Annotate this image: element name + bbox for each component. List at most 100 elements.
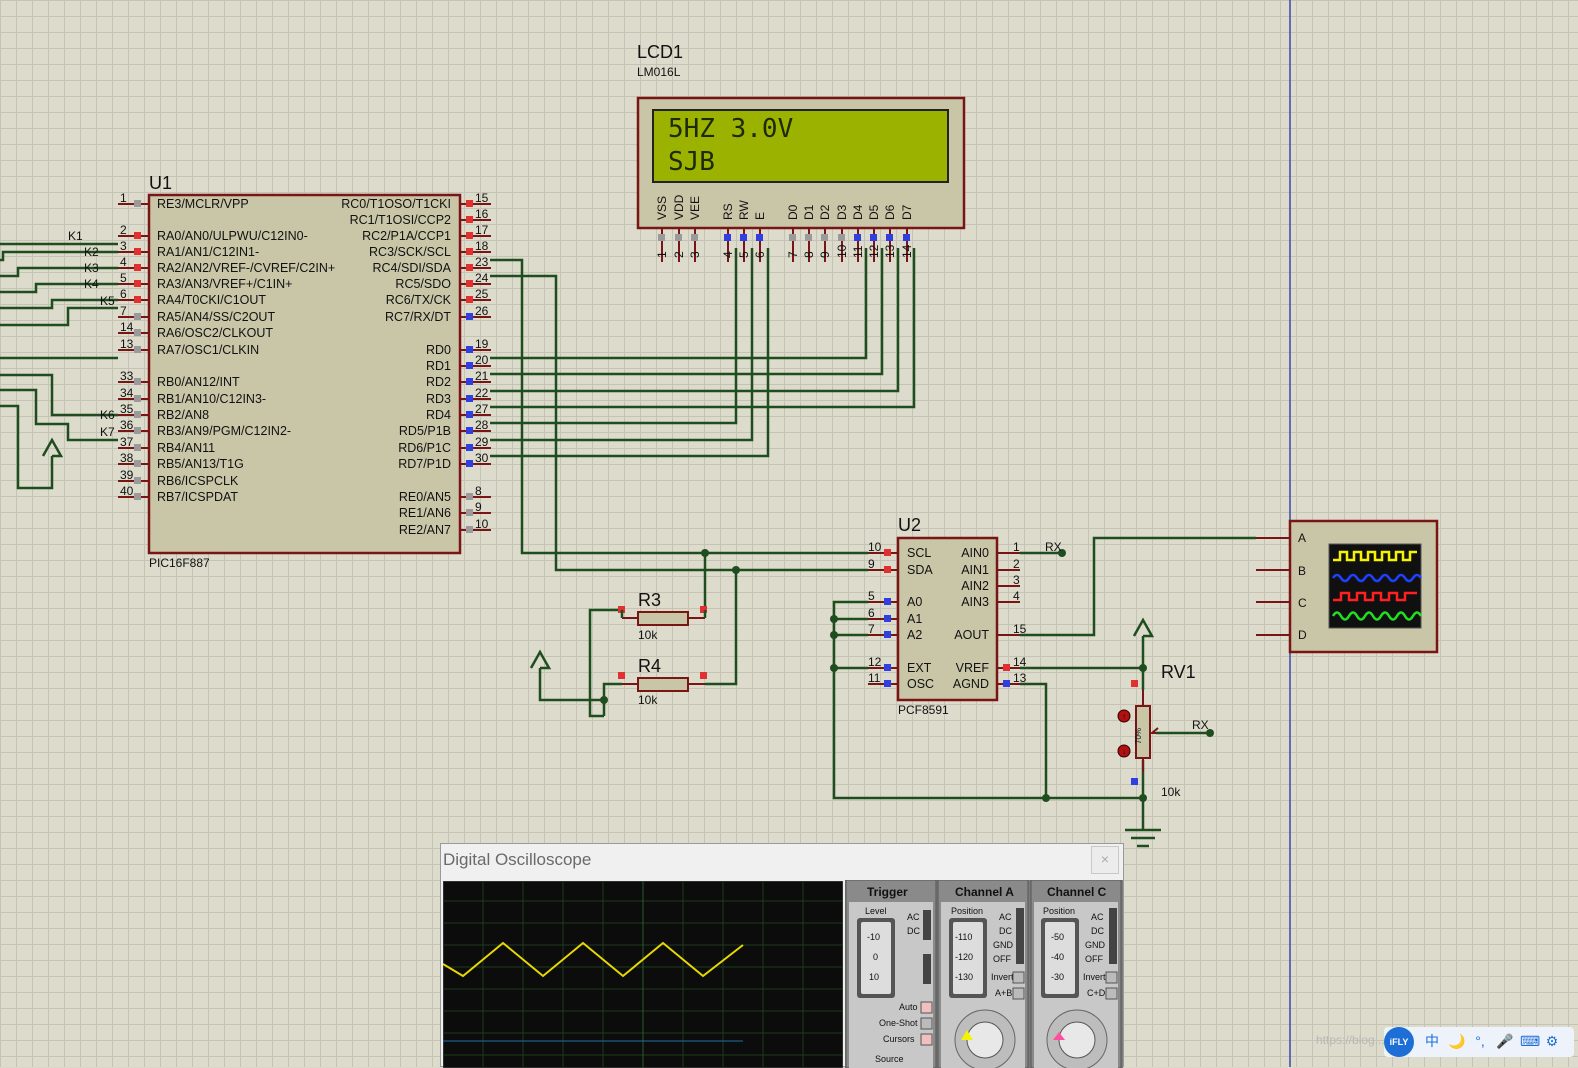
- r3-ref: R3: [638, 590, 661, 610]
- scope-control-panel[interactable]: Trigger Level -10 0 10 AC DC Auto One-Sh…: [845, 880, 1123, 1068]
- channel-a-coupling-switch[interactable]: [1016, 908, 1024, 964]
- trigger-edge-switch[interactable]: [923, 954, 931, 984]
- svg-text:Position: Position: [951, 906, 983, 916]
- u1-pin-label: RA6/OSC2/CLKOUT: [157, 326, 273, 340]
- u1-pin-number: 23: [475, 255, 489, 269]
- lcd-pin-label: E: [753, 212, 767, 220]
- resistor-r3[interactable]: R3 10k: [618, 590, 707, 642]
- svg-text:Cursors: Cursors: [883, 1034, 915, 1044]
- lcd-pin-number: 10: [835, 244, 849, 258]
- u1-pin-label: RE3/MCLR/VPP: [157, 197, 249, 211]
- svg-text:AC: AC: [999, 912, 1012, 922]
- svg-text:AC: AC: [907, 912, 920, 922]
- u1-pin-label: RC2/P1A/CCP1: [362, 229, 451, 243]
- svg-text:-10: -10: [867, 932, 880, 942]
- u1-pin-number: 24: [475, 271, 489, 285]
- u1-pin-number: 13: [120, 337, 134, 351]
- svg-text:GND: GND: [993, 940, 1014, 950]
- oscilloscope-instrument[interactable]: A B C D: [1256, 519, 1439, 654]
- lcd-pin-number: 5: [737, 251, 751, 258]
- u2-model: PCF8591: [898, 703, 949, 717]
- r4-ref: R4: [638, 656, 661, 676]
- cursors-button[interactable]: [920, 1033, 933, 1046]
- lcd-pin-number: 7: [786, 251, 800, 258]
- ifly-badge[interactable]: iFLY: [1384, 1027, 1414, 1057]
- u1-pin-label: RB6/ICSPCLK: [157, 474, 239, 488]
- u2-pin-number: 7: [868, 622, 875, 636]
- u1-pin-number: 5: [120, 271, 127, 285]
- u1-pin-number: 22: [475, 386, 489, 400]
- auto-button[interactable]: [920, 1001, 933, 1014]
- u1-pin-label: RB5/AN13/T1G: [157, 457, 244, 471]
- scope-display[interactable]: [443, 881, 843, 1068]
- u1-pin-label: RC4/SDI/SDA: [373, 261, 452, 275]
- channel-c-invert-button[interactable]: [1105, 971, 1118, 984]
- u1-pin-number: 28: [475, 418, 489, 432]
- channel-a-combine-button[interactable]: [1012, 987, 1025, 1000]
- u1-pin-number: 33: [120, 369, 134, 383]
- svg-text:-30: -30: [1051, 972, 1064, 982]
- u1-pin-number: 34: [120, 386, 134, 400]
- u2-pcf8591[interactable]: U2 PCF8591 10 SCL9 SDA5 A06 A17 A212 EXT11 OSC …: [868, 515, 1027, 717]
- lcd-pin-label: D0: [786, 204, 800, 220]
- u1-pin-number: 7: [120, 304, 127, 318]
- lcd-pin-label: D1: [802, 204, 816, 220]
- channel-c-coupling-switch[interactable]: [1109, 908, 1117, 964]
- u1-pic16f887[interactable]: U1 PIC16F887 1 RE3/MCLR/VPP 2 RA0/AN0/ULPWU…: [118, 173, 491, 570]
- u1-pin-label: RD4: [426, 408, 451, 422]
- chinese-mode-icon[interactable]: 中: [1424, 1033, 1440, 1049]
- trigger-coupling-switch[interactable]: [923, 910, 931, 940]
- close-button[interactable]: ×: [1091, 846, 1119, 874]
- net-label-k3: K3: [84, 261, 99, 275]
- microphone-icon[interactable]: 🎤: [1496, 1033, 1513, 1049]
- lcd-line-1: 5HZ 3.0V: [668, 114, 793, 144]
- lcd-pin-label: VSS: [655, 196, 669, 220]
- u1-pin-label: RD1: [426, 359, 451, 373]
- net-label-k5: K5: [100, 294, 115, 308]
- u1-pin-label: RD5/P1B: [399, 424, 451, 438]
- channel-a-invert-button[interactable]: [1012, 971, 1025, 984]
- watermark: https://blog...: [1316, 1033, 1385, 1047]
- lcd-pin-number: 1: [655, 251, 669, 258]
- moon-icon[interactable]: 🌙: [1448, 1033, 1465, 1049]
- punctuation-icon[interactable]: °,: [1472, 1033, 1488, 1049]
- digital-oscilloscope-window[interactable]: Digital Oscilloscope × Trigger Level -10…: [440, 843, 1124, 1068]
- r4-value: 10k: [638, 693, 658, 707]
- svg-text:DC: DC: [907, 926, 920, 936]
- svg-text:OFF: OFF: [993, 954, 1011, 964]
- svg-text:10: 10: [869, 972, 879, 982]
- u1-pin-label: RC3/SCK/SCL: [369, 245, 451, 259]
- lcd-pin-label: D3: [835, 204, 849, 220]
- u1-ref: U1: [149, 173, 172, 193]
- u2-pin-number: 3: [1013, 573, 1020, 587]
- one-shot-button[interactable]: [920, 1017, 933, 1030]
- u1-pin-number: 20: [475, 353, 489, 367]
- ime-toolbar[interactable]: iFLY 中 🌙 °, 🎤 ⌨ ⚙: [1384, 1027, 1574, 1057]
- resistor-r4[interactable]: R4 10k: [618, 656, 707, 707]
- u1-pin-number: 40: [120, 484, 134, 498]
- lcd-pin-number: 9: [818, 251, 832, 258]
- u1-pin-label: RB4/AN11: [157, 441, 215, 455]
- u2-pin-label: A1: [907, 612, 922, 626]
- svg-text:A+B: A+B: [995, 988, 1012, 998]
- lcd-pin-number: 13: [883, 244, 897, 258]
- r3-value: 10k: [638, 628, 658, 642]
- svg-text:C+D: C+D: [1087, 988, 1106, 998]
- u1-pin-number: 1: [120, 191, 127, 205]
- u1-pin-label: RD7/P1D: [398, 457, 451, 471]
- svg-text:-120: -120: [955, 952, 973, 962]
- settings-icon[interactable]: ⚙: [1544, 1033, 1560, 1049]
- potentiometer-rv1[interactable]: 70% ↑ ↓ RV1 10k: [1117, 662, 1196, 799]
- keyboard-icon[interactable]: ⌨: [1520, 1033, 1540, 1049]
- channel-c-combine-button[interactable]: [1105, 987, 1118, 1000]
- lcd-pin-label: VEE: [688, 196, 702, 220]
- u1-pin-number: 21: [475, 369, 489, 383]
- rv1-value: 10k: [1161, 785, 1181, 799]
- net-label-k6: K6: [100, 408, 115, 422]
- u1-pin-label: RA0/AN0/ULPWU/C12IN0-: [157, 229, 308, 243]
- lcd1-lm016l[interactable]: LCD1 LM016L 5HZ 3.0V SJB VSS 1 VDD 2 VEE 3 RS 4…: [636, 42, 966, 262]
- svg-text:Source: Source: [875, 1054, 904, 1064]
- u1-pin-number: 6: [120, 287, 127, 301]
- u1-pin-number: 27: [475, 402, 489, 416]
- u1-pin-label: RE1/AN6: [399, 506, 451, 520]
